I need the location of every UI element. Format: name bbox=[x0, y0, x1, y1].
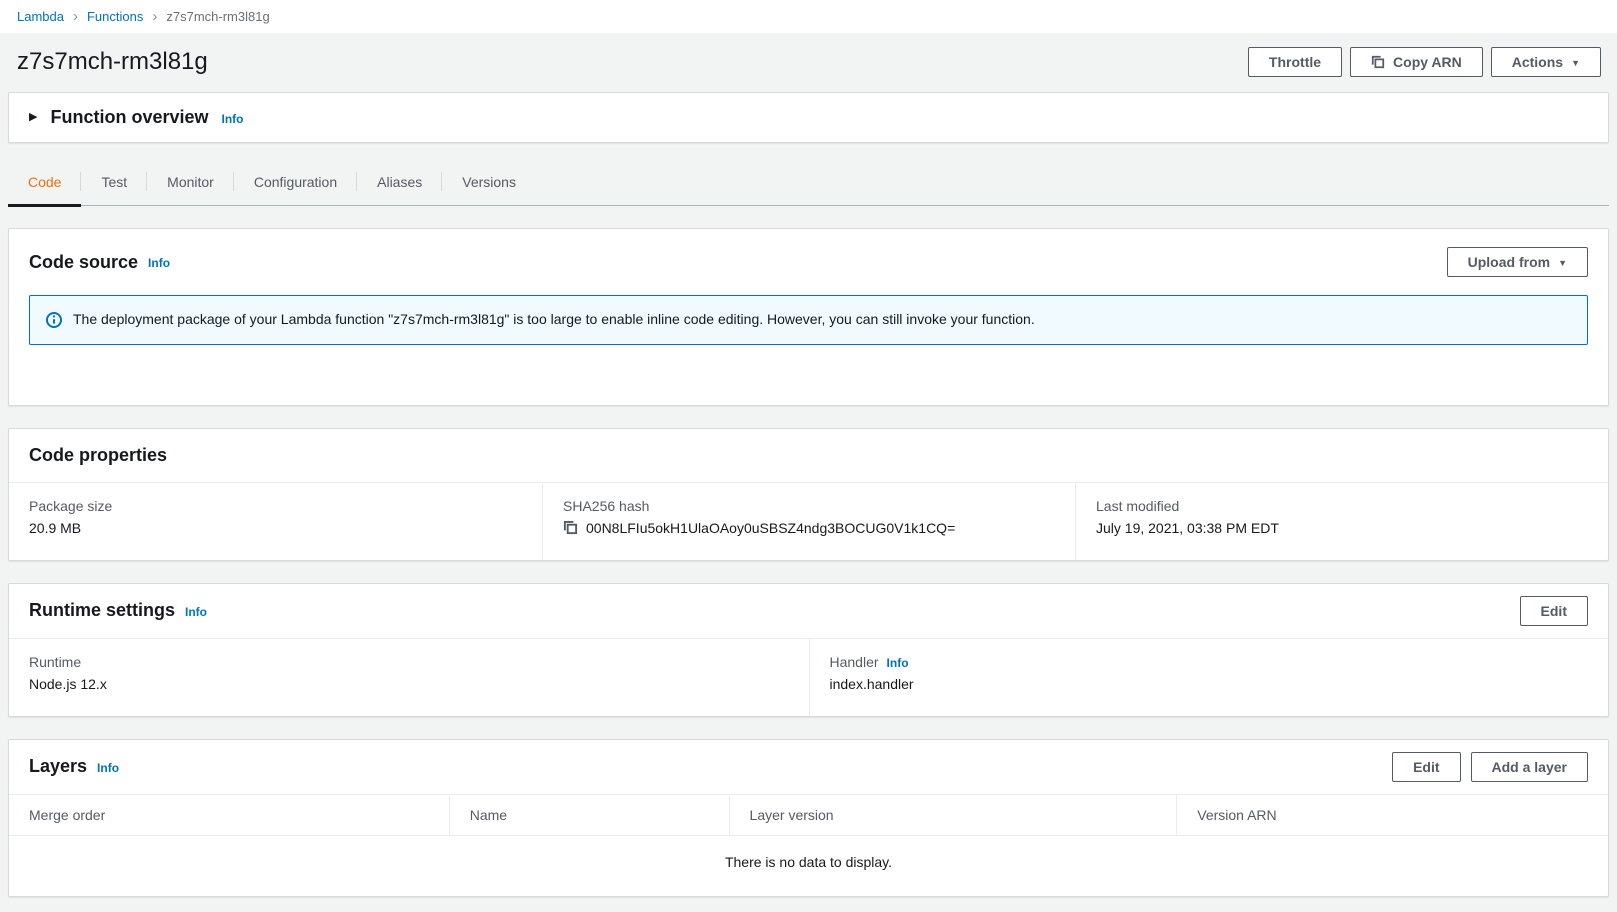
edit-layers-button[interactable]: Edit bbox=[1392, 751, 1461, 782]
code-properties-grid: Package size 20.9 MB SHA256 hash 00N8LFI… bbox=[9, 482, 1608, 560]
breadcrumb-lambda[interactable]: Lambda bbox=[17, 9, 64, 24]
breadcrumb: Lambda Functions z7s7mch-rm3l81g bbox=[0, 0, 1617, 33]
breadcrumb-functions[interactable]: Functions bbox=[87, 9, 143, 24]
last-modified-field: Last modified July 19, 2021, 03:38 PM ED… bbox=[1075, 482, 1608, 560]
code-source-info-link[interactable]: Info bbox=[148, 256, 170, 270]
breadcrumb-separator-icon bbox=[73, 9, 78, 24]
edit-runtime-button[interactable]: Edit bbox=[1519, 595, 1588, 626]
header-actions: Throttle Copy ARN Actions bbox=[1247, 47, 1601, 77]
upload-from-label: Upload from bbox=[1467, 254, 1551, 270]
layers-table-header: Merge order Name Layer version Version A… bbox=[9, 793, 1608, 836]
code-source-title: Code source bbox=[29, 251, 139, 272]
last-modified-label: Last modified bbox=[1096, 497, 1180, 514]
function-overview-info-link[interactable]: Info bbox=[222, 112, 244, 126]
code-properties-title: Code properties bbox=[29, 444, 168, 465]
runtime-settings-header: Runtime settings Info Edit bbox=[9, 584, 1608, 638]
runtime-settings-title: Runtime settings bbox=[29, 600, 176, 621]
package-size-label: Package size bbox=[29, 497, 113, 514]
breadcrumb-separator-icon bbox=[152, 9, 157, 24]
layers-header: Layers Info Edit Add a layer bbox=[9, 740, 1608, 794]
column-header-merge-order: Merge order bbox=[29, 806, 106, 823]
handler-label-row: Handler Info bbox=[830, 654, 1589, 670]
runtime-settings-grid: Runtime Node.js 12.x Handler Info index.… bbox=[9, 638, 1609, 716]
copy-arn-label: Copy ARN bbox=[1393, 54, 1462, 70]
code-properties-header: Code properties bbox=[9, 429, 1608, 482]
deployment-package-info-alert: The deployment package of your Lambda fu… bbox=[29, 295, 1588, 345]
code-source-header: Code source Info Upload from bbox=[9, 229, 1608, 293]
handler-info-link[interactable]: Info bbox=[887, 656, 909, 670]
breadcrumb-current: z7s7mch-rm3l81g bbox=[166, 9, 270, 24]
page-header: z7s7mch-rm3l81g Throttle Copy ARN Action… bbox=[0, 33, 1617, 92]
tab-versions[interactable]: Versions bbox=[442, 160, 536, 205]
page-title: z7s7mch-rm3l81g bbox=[17, 48, 208, 75]
runtime-label: Runtime bbox=[29, 653, 82, 670]
package-size-value: 20.9 MB bbox=[29, 519, 82, 536]
layers-title: Layers bbox=[29, 756, 88, 777]
runtime-value: Node.js 12.x bbox=[29, 675, 107, 692]
sha256-hash-value-row: 00N8LFIu5okH1UlaOAoy0uSBSZ4ndg3BOCUG0V1k… bbox=[563, 520, 1055, 536]
layers-info-link[interactable]: Info bbox=[97, 761, 119, 775]
sha256-hash-value: 00N8LFIu5okH1UlaOAoy0uSBSZ4ndg3BOCUG0V1k… bbox=[586, 519, 956, 536]
code-properties-card: Code properties Package size 20.9 MB SHA… bbox=[8, 427, 1609, 561]
tab-bar: Code Test Monitor Configuration Aliases … bbox=[8, 160, 1609, 207]
sha256-hash-label: SHA256 hash bbox=[563, 497, 650, 514]
tab-aliases[interactable]: Aliases bbox=[357, 160, 443, 205]
runtime-field: Runtime Node.js 12.x bbox=[9, 639, 809, 716]
chevron-down-icon bbox=[1558, 259, 1567, 268]
function-overview-title: Function overview bbox=[50, 107, 209, 127]
function-overview-panel[interactable]: Function overview Info bbox=[8, 92, 1609, 143]
info-icon bbox=[46, 311, 62, 328]
actions-label: Actions bbox=[1511, 54, 1564, 70]
expand-caret-icon[interactable] bbox=[29, 112, 37, 123]
chevron-down-icon bbox=[1571, 59, 1580, 68]
tab-monitor[interactable]: Monitor bbox=[147, 160, 234, 205]
add-layer-button[interactable]: Add a layer bbox=[1470, 751, 1588, 782]
runtime-settings-card: Runtime settings Info Edit Runtime Node.… bbox=[8, 582, 1609, 717]
handler-value: index.handler bbox=[829, 675, 914, 692]
upload-from-button[interactable]: Upload from bbox=[1446, 247, 1588, 277]
copy-arn-button[interactable]: Copy ARN bbox=[1350, 47, 1483, 77]
layers-card: Layers Info Edit Add a layer Merge order… bbox=[8, 738, 1609, 897]
tab-configuration[interactable]: Configuration bbox=[234, 160, 358, 205]
column-header-layer-version: Layer version bbox=[728, 794, 1177, 835]
sha256-hash-field: SHA256 hash 00N8LFIu5okH1UlaOAoy0uSBSZ4n… bbox=[542, 482, 1075, 560]
runtime-settings-info-link[interactable]: Info bbox=[185, 605, 207, 619]
handler-label: Handler bbox=[829, 653, 879, 670]
alert-text: The deployment package of your Lambda fu… bbox=[73, 311, 1035, 327]
tab-code[interactable]: Code bbox=[8, 160, 82, 207]
handler-field: Handler Info index.handler bbox=[808, 638, 1609, 716]
package-size-field: Package size 20.9 MB bbox=[9, 483, 542, 560]
copy-icon bbox=[1371, 55, 1385, 69]
actions-button[interactable]: Actions bbox=[1490, 47, 1601, 77]
column-header-name: Name bbox=[448, 794, 729, 835]
tab-test[interactable]: Test bbox=[81, 160, 147, 205]
layers-empty-message: There is no data to display. bbox=[724, 853, 893, 870]
code-source-card: Code source Info Upload from The deploym… bbox=[8, 228, 1609, 406]
throttle-button[interactable]: Throttle bbox=[1247, 47, 1343, 77]
column-header-version-arn: Version ARN bbox=[1176, 794, 1608, 835]
last-modified-value: July 19, 2021, 03:38 PM EDT bbox=[1096, 519, 1279, 536]
copy-icon[interactable] bbox=[563, 520, 578, 535]
